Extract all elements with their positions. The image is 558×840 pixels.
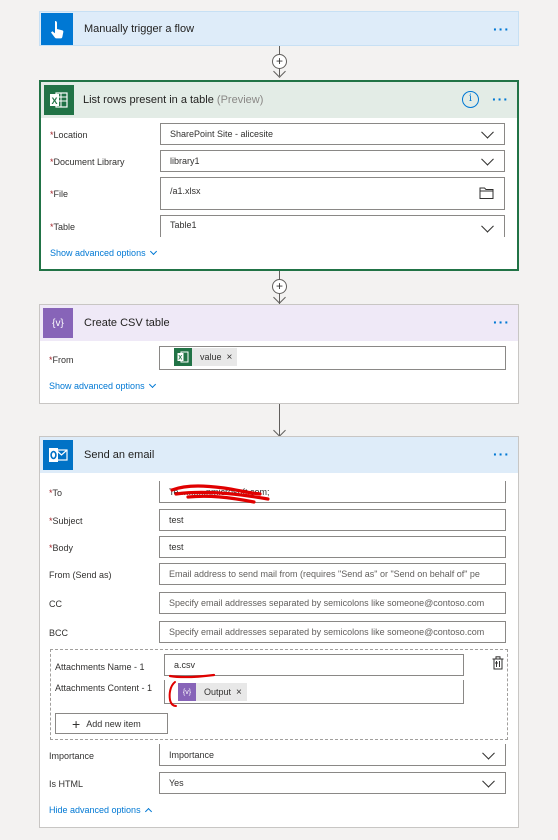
trigger-title: Manually trigger a flow (84, 23, 195, 35)
chevron-up-icon (144, 807, 152, 816)
red-underline-mark (168, 673, 216, 679)
bcc-label: BCC (49, 628, 69, 638)
list-rows-header[interactable]: X List rows present in a table (Preview)… (41, 82, 517, 118)
preview-tag: (Preview) (216, 94, 264, 106)
is-html-label: Is HTML (49, 779, 84, 789)
chevron-down-icon (148, 380, 156, 389)
from-label: *From (49, 355, 74, 365)
create-csv-card: {v} Create CSV table ··· *From X value ×… (39, 304, 519, 404)
from-send-as-field[interactable]: Email address to send mail from (require… (159, 563, 506, 585)
create-csv-title: Create CSV table (84, 317, 170, 329)
svg-text:X: X (178, 356, 182, 362)
attachments-content-label: Attachments Content - 1 (55, 683, 153, 693)
remove-token-icon[interactable]: × (227, 352, 238, 363)
chevron-down-icon (482, 774, 495, 788)
file-label: *File (50, 189, 69, 199)
cc-field[interactable]: Specify email addresses separated by sem… (159, 592, 506, 614)
importance-dropdown[interactable]: Importance (159, 744, 506, 766)
document-library-dropdown[interactable]: library1 (160, 150, 505, 172)
is-html-value: Yes (169, 778, 184, 788)
cc-placeholder: Specify email addresses separated by sem… (169, 598, 485, 608)
location-value: SharePoint Site - alicesite (170, 129, 274, 139)
body-field[interactable]: test (159, 536, 506, 558)
from-send-as-label: From (Send as) (49, 570, 112, 580)
chevron-down-icon (481, 125, 494, 139)
hide-advanced-options-link[interactable]: Hide advanced options (49, 805, 152, 816)
subject-label: *Subject (49, 516, 83, 526)
trigger-more-button[interactable]: ··· (493, 21, 510, 37)
chevron-down-icon (149, 247, 157, 256)
data-operation-icon: {v} (178, 683, 196, 701)
location-dropdown[interactable]: SharePoint Site - alicesite (160, 123, 505, 145)
table-dropdown[interactable]: Table1 (160, 215, 505, 237)
outlook-icon (43, 440, 73, 470)
folder-icon[interactable] (479, 187, 494, 199)
table-value: Table1 (170, 220, 197, 230)
document-library-value: library1 (170, 156, 200, 166)
red-bracket-mark (168, 681, 177, 707)
data-operation-icon: {v} (43, 308, 73, 338)
remove-token-icon[interactable]: × (236, 687, 247, 698)
show-advanced-options-link[interactable]: Show advanced options (50, 247, 157, 258)
file-picker[interactable]: /a1.xlsx (160, 177, 505, 210)
value-token[interactable]: X value × (174, 348, 238, 366)
excel-icon: X (174, 348, 192, 366)
document-library-label: *Document Library (50, 157, 125, 167)
show-advanced-options-link[interactable]: Show advanced options (49, 380, 156, 391)
plus-icon: + (72, 715, 81, 732)
create-csv-header[interactable]: {v} Create CSV table ··· (40, 305, 518, 341)
bcc-placeholder: Specify email addresses separated by sem… (169, 627, 485, 637)
arrow-down-icon (273, 424, 286, 437)
info-icon[interactable]: i (462, 91, 479, 108)
list-rows-title: List rows present in a table (Preview) (83, 94, 263, 106)
create-csv-more-button[interactable]: ··· (493, 314, 510, 330)
subject-value: test (169, 515, 184, 525)
redaction-mark (170, 484, 270, 504)
output-token-label: Output (204, 687, 232, 697)
from-send-as-placeholder: Email address to send mail from (require… (169, 569, 480, 579)
chevron-down-icon (481, 152, 494, 166)
add-new-item-button[interactable]: + Add new item (55, 713, 168, 734)
attachments-name-label: Attachments Name - 1 (55, 662, 145, 672)
add-new-item-label: Add new item (86, 718, 141, 729)
value-token-label: value (200, 352, 222, 362)
output-token[interactable]: {v} Output × (178, 683, 247, 701)
send-email-title: Send an email (84, 449, 155, 461)
list-rows-more-button[interactable]: ··· (492, 91, 509, 107)
file-value: /a1.xlsx (170, 186, 201, 196)
send-email-card: Send an email ··· *To Te...........nmicr… (39, 436, 519, 828)
attachments-group: Attachments Name - 1 a.csv Attachments C… (50, 649, 508, 740)
svg-text:X: X (52, 96, 58, 106)
list-rows-title-text: List rows present in a table (83, 94, 214, 106)
body-value: test (169, 542, 184, 552)
location-label: *Location (50, 130, 88, 140)
trigger-card[interactable]: Manually trigger a flow ··· (39, 11, 519, 46)
importance-label: Importance (49, 751, 95, 761)
chevron-down-icon (482, 746, 495, 760)
table-label: *Table (50, 222, 76, 232)
bcc-field[interactable]: Specify email addresses separated by sem… (159, 621, 506, 643)
excel-icon: X (44, 85, 74, 115)
list-rows-card: X List rows present in a table (Preview)… (39, 80, 519, 271)
to-label: *To (49, 488, 63, 498)
subject-field[interactable]: test (159, 509, 506, 531)
is-html-dropdown[interactable]: Yes (159, 772, 506, 794)
send-email-header[interactable]: Send an email ··· (40, 437, 518, 473)
chevron-down-icon (481, 219, 494, 233)
importance-value: Importance (169, 749, 215, 760)
send-email-more-button[interactable]: ··· (493, 446, 510, 462)
attachments-name-value: a.csv (174, 660, 196, 670)
delete-icon[interactable] (492, 656, 504, 670)
cc-label: CC (49, 599, 62, 609)
body-label: *Body (49, 543, 74, 553)
touch-icon (41, 13, 73, 45)
